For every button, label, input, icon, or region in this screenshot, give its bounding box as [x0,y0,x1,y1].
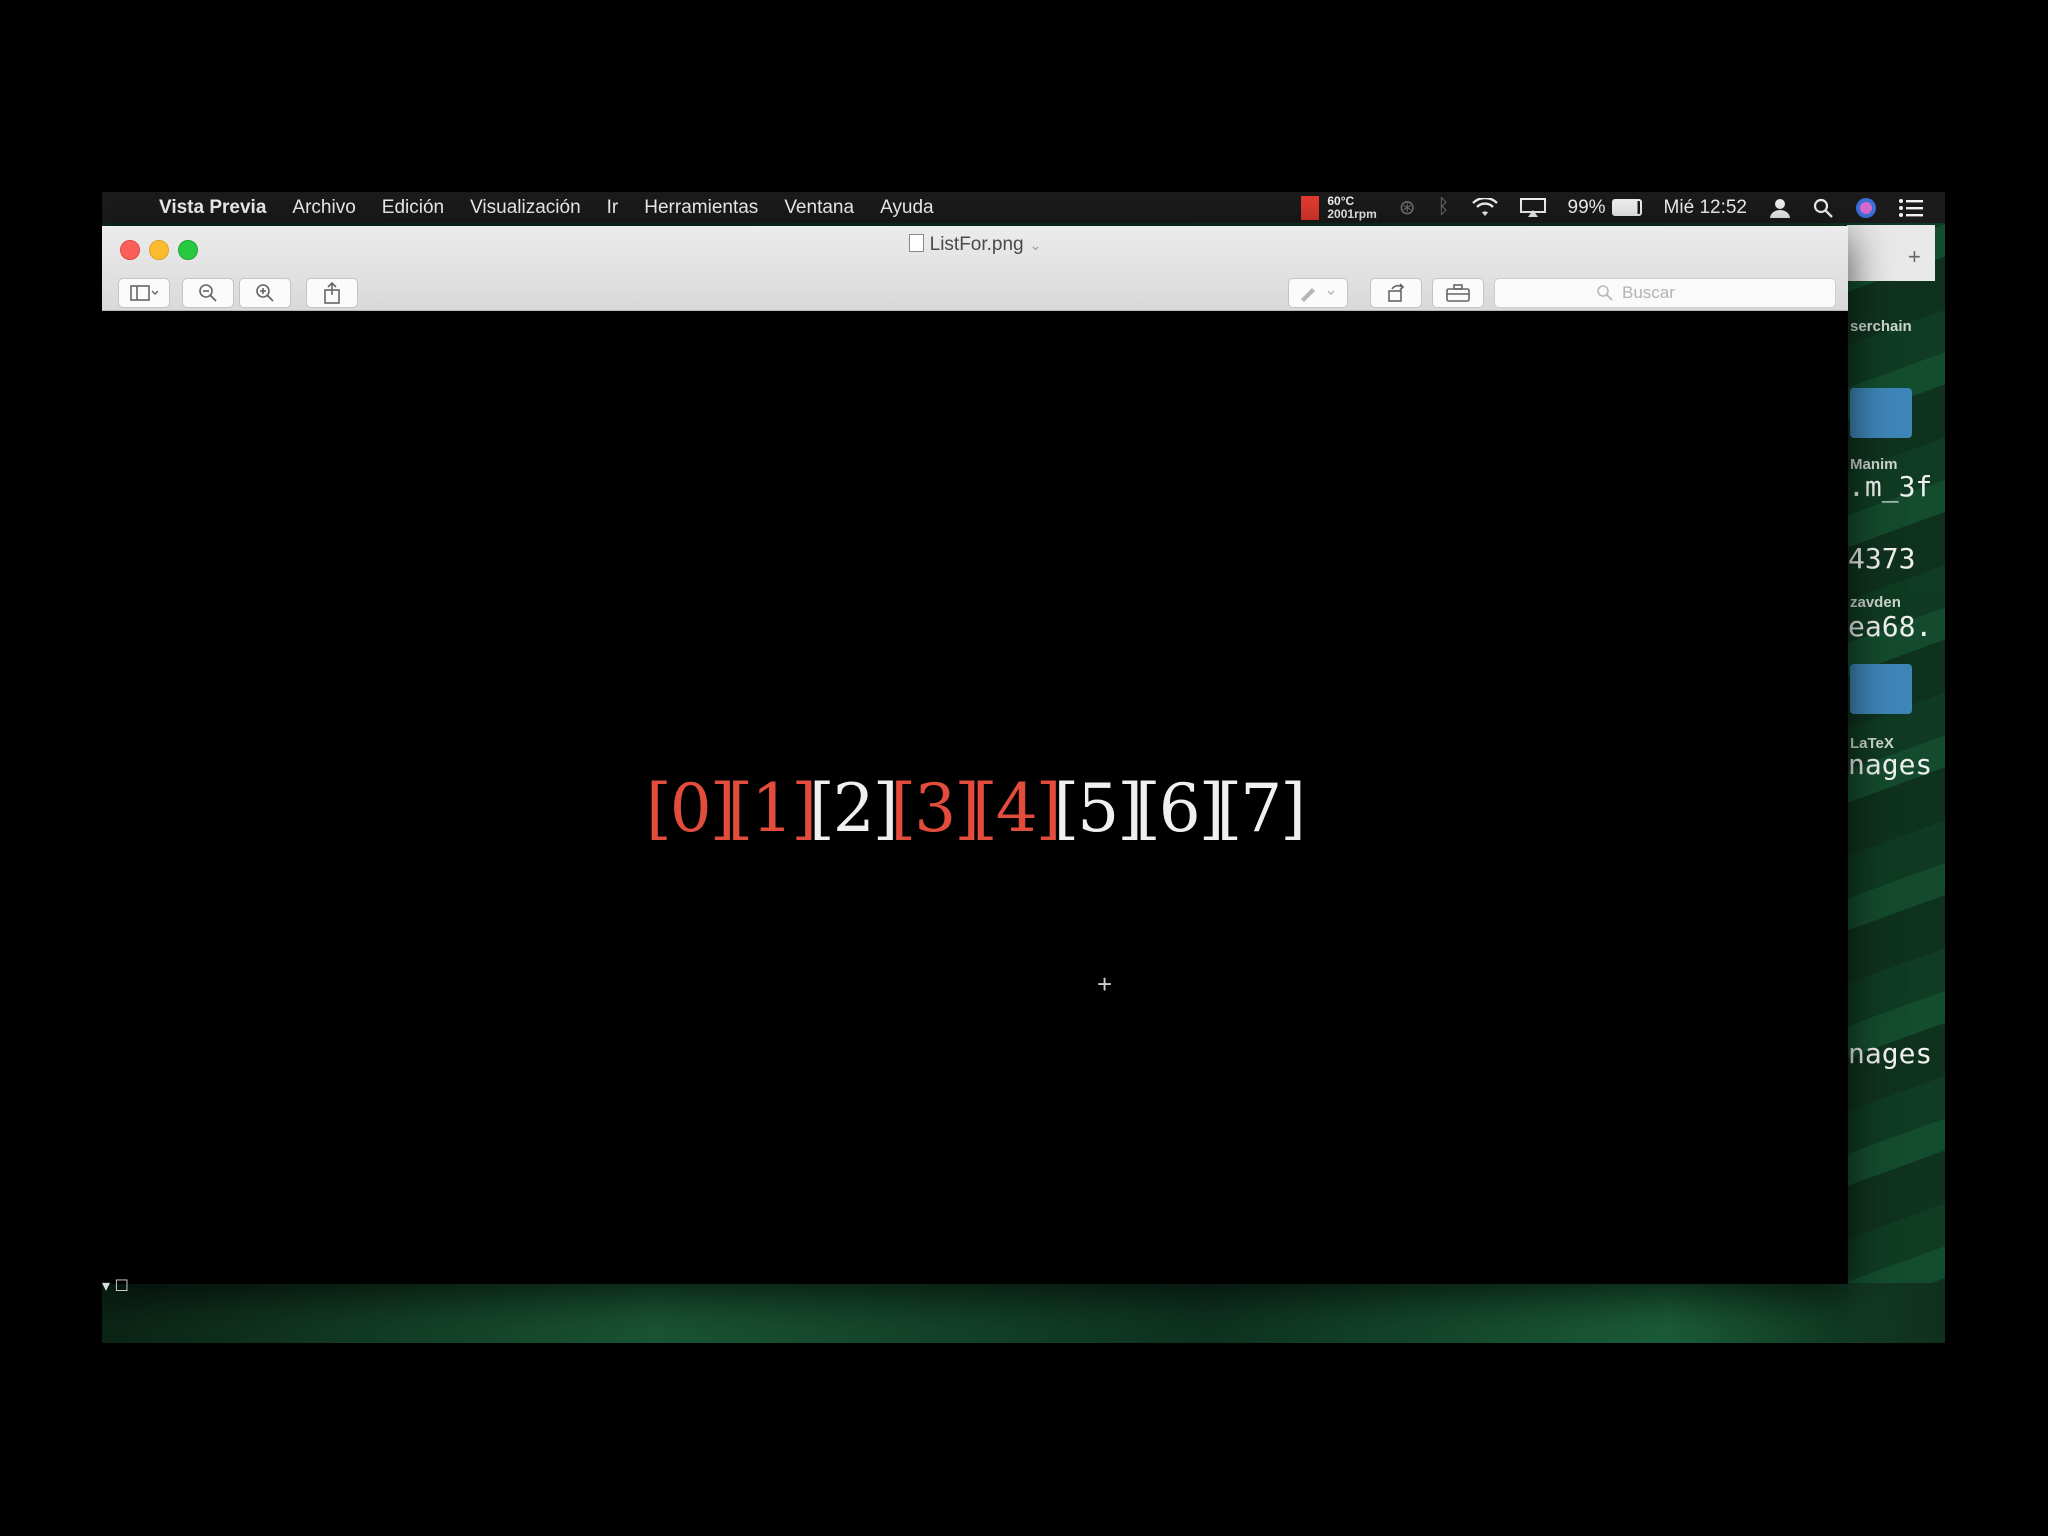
finder-item-name[interactable]: nages [1848,748,1932,781]
window-titlebar: ListFor.png ⌄ [102,226,1848,311]
search-icon [1597,285,1613,301]
list-element: [0] [646,770,735,847]
finder-item-name[interactable]: 4373 [1848,542,1915,575]
menu-app-name[interactable]: Vista Previa [146,197,279,219]
menu-ir[interactable]: Ir [594,197,632,219]
image-canvas[interactable]: [0][1][2][3][4][5][6][7] [108,311,1848,1284]
finder-label: serchain [1850,318,1912,335]
bluetooth-icon[interactable]: ᛒ [1427,196,1461,219]
window-title-text: ListFor.png [929,234,1024,255]
sidebar-toggle-button[interactable] [118,278,170,308]
menu-edicion[interactable]: Edición [369,197,457,219]
search-field[interactable] [1494,278,1836,308]
markup-pen-button[interactable] [1288,278,1348,308]
folder-icon[interactable] [1850,664,1912,714]
chevron-down-icon: ⌄ [1029,237,1042,253]
crosshair-cursor-icon: + [1097,969,1113,999]
notification-center-icon[interactable] [1888,198,1945,217]
airplay-icon[interactable] [1509,197,1557,218]
disclosure-icon: ▾ ☐ [102,1278,129,1295]
finder-label: zavden [1850,594,1901,611]
menu-archivo[interactable]: Archivo [279,197,368,219]
desktop-wallpaper-bottom [102,1283,1945,1343]
finder-item-name[interactable]: nages [1848,1037,1932,1070]
clock[interactable]: Mié 12:52 [1653,197,1758,219]
pen-icon [1301,288,1335,302]
finder-item-name[interactable]: .m_3f [1848,470,1932,503]
new-tab-icon[interactable]: + [1908,244,1921,270]
temperature-value: 60°C [1327,193,1355,208]
status-area: 60°C 2001rpm ⊛ ᛒ 99% Mié 12:52 [1290,192,1945,223]
menu-bar: Vista Previa Archivo Edición Visualizaci… [102,192,1945,223]
temperature-icon [1301,195,1320,220]
zoom-in-icon [256,284,274,302]
zoom-in-button[interactable] [239,278,291,308]
wifi-icon[interactable] [1461,197,1509,218]
menu-ventana[interactable]: Ventana [771,197,867,219]
spotlight-search-icon[interactable] [1802,198,1844,218]
list-element: [1] [727,770,817,847]
sidebar-icon [130,285,158,301]
folder-icon[interactable] [1850,388,1912,438]
list-element: [2] [809,770,898,847]
list-image: [0][1][2][3][4][5][6][7] [108,776,1848,842]
siri-icon[interactable] [1844,197,1888,219]
share-button[interactable] [306,278,358,308]
list-element: [3] [890,770,980,847]
list-element: [7] [1216,770,1306,847]
preview-window: ListFor.png ⌄ Buscar [0][1][2][3][4][5][… [102,226,1848,1284]
fan-rpm-value: 2001rpm [1327,206,1377,221]
finder-item-name[interactable]: ea68. [1848,610,1932,643]
zoom-out-icon [199,284,217,302]
rotate-button[interactable] [1370,278,1422,308]
battery-status[interactable]: 99% [1557,197,1653,219]
temperature-monitor[interactable]: 60°C 2001rpm [1290,193,1387,221]
battery-icon [1611,199,1642,216]
zoom-out-button[interactable] [182,278,234,308]
rotate-icon [1388,283,1405,302]
screen: Vista Previa Archivo Edición Visualizaci… [102,192,1945,1343]
battery-percent: 99% [1567,196,1606,218]
share-icon [324,282,340,304]
window-title[interactable]: ListFor.png ⌄ [102,234,1848,256]
menu-visualizacion[interactable]: Visualización [457,197,594,219]
search-input[interactable] [1620,282,1734,304]
toolbox-icon [1446,284,1470,302]
document-icon [908,234,924,252]
user-icon[interactable] [1758,198,1802,218]
list-element: [5] [1053,770,1143,847]
list-element: [4] [972,770,1061,847]
creative-cloud-icon[interactable]: ⊛ [1388,195,1427,220]
menu-ayuda[interactable]: Ayuda [867,197,947,219]
finder-toolbar [1847,225,1935,281]
markup-toolbar-button[interactable] [1432,278,1484,308]
list-element: [6] [1135,770,1224,847]
menu-herramientas[interactable]: Herramientas [631,197,771,219]
